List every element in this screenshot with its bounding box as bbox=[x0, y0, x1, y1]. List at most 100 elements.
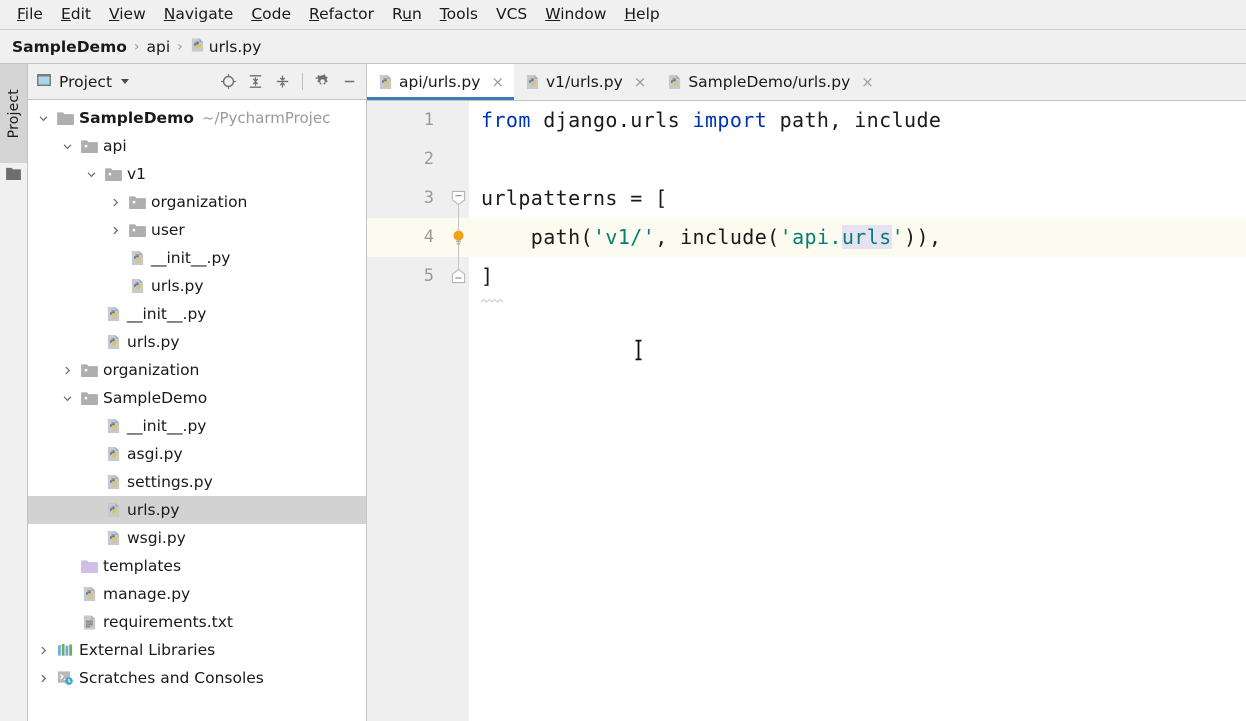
chevron-down-icon[interactable] bbox=[36, 111, 50, 125]
menu-item-help[interactable]: Help bbox=[615, 0, 668, 29]
project-tool-window: Project bbox=[28, 64, 367, 721]
chevron-right-icon[interactable] bbox=[108, 223, 122, 237]
editor-tab-label: SampleDemo/urls.py bbox=[688, 73, 850, 91]
tree-item-organization[interactable]: organization bbox=[28, 356, 366, 384]
editor-tab-api-urls-py[interactable]: api/urls.py× bbox=[367, 64, 514, 100]
menu-item-view[interactable]: View bbox=[100, 0, 155, 29]
collapse-all-icon[interactable] bbox=[270, 69, 295, 94]
tree-item-label: organization bbox=[151, 193, 247, 211]
menu-item-file[interactable]: File bbox=[8, 0, 52, 29]
menu-item-window[interactable]: Window bbox=[536, 0, 615, 29]
line-number-1: 1 bbox=[424, 101, 434, 140]
tree-item-external-libraries[interactable]: External Libraries bbox=[28, 636, 366, 664]
python-file-icon bbox=[378, 74, 393, 90]
tool-window-button-project-label: Project bbox=[6, 89, 22, 138]
folder-icon bbox=[6, 166, 21, 184]
tree-item-user[interactable]: user bbox=[28, 216, 366, 244]
tree-item-wsgi-py[interactable]: wsgi.py bbox=[28, 524, 366, 552]
breadcrumb-separator: › bbox=[177, 39, 183, 55]
editor-tab-v1-urls-py[interactable]: v1/urls.py × bbox=[514, 64, 656, 100]
project-panel-toolbar bbox=[216, 69, 362, 94]
text-cursor bbox=[632, 339, 645, 365]
tree-item-requirements-txt[interactable]: requirements.txt bbox=[28, 608, 366, 636]
close-icon[interactable]: × bbox=[634, 75, 647, 90]
line-number-gutter: 12345 bbox=[367, 101, 448, 721]
path-call-prefix: path( bbox=[481, 225, 593, 249]
chevron-down-icon[interactable] bbox=[60, 139, 74, 153]
breadcrumb-root[interactable]: SampleDemo bbox=[12, 38, 127, 56]
chevron-right-icon[interactable] bbox=[36, 643, 50, 657]
tree-item-v1[interactable]: v1 bbox=[28, 160, 366, 188]
tree-item-scratches-and-consoles[interactable]: Scratches and Consoles bbox=[28, 664, 366, 692]
project-tree[interactable]: SampleDemo~/PycharmProjecapiv1organizati… bbox=[28, 100, 366, 721]
menu-item-navigate[interactable]: Navigate bbox=[155, 0, 243, 29]
breadcrumb-file[interactable]: urls.py bbox=[190, 37, 262, 57]
tree-item-init-py[interactable]: __init__.py bbox=[28, 244, 366, 272]
tree-item-label: api bbox=[103, 137, 127, 155]
urlpatterns-assignment: urlpatterns = [ bbox=[481, 186, 668, 210]
tree-item-urls-py[interactable]: urls.py bbox=[28, 328, 366, 356]
tree-item-urls-py[interactable]: urls.py bbox=[28, 496, 366, 524]
tree-item-label: __init__.py bbox=[127, 305, 206, 323]
tree-item-label: templates bbox=[103, 557, 181, 575]
tree-item-sampledemo[interactable]: SampleDemo bbox=[28, 384, 366, 412]
left-tool-strip: Project bbox=[0, 64, 28, 721]
menu-mnemonic: N bbox=[164, 5, 176, 23]
chevron-right-icon[interactable] bbox=[36, 671, 50, 685]
warning-squiggle bbox=[481, 289, 503, 293]
tree-item-init-py[interactable]: __init__.py bbox=[28, 300, 366, 328]
fold-collapse-icon[interactable] bbox=[451, 190, 466, 205]
chevron-right-icon[interactable] bbox=[108, 195, 122, 209]
toolbar-divider bbox=[302, 73, 303, 90]
tree-item-init-py[interactable]: __init__.py bbox=[28, 412, 366, 440]
tree-item-sampledemo[interactable]: SampleDemo~/PycharmProjec bbox=[28, 104, 366, 132]
tree-item-label: organization bbox=[103, 361, 199, 379]
code-pane[interactable]: from django.urls import path, include ur… bbox=[469, 101, 1246, 721]
python-file-icon bbox=[667, 74, 682, 90]
chevron-right-icon[interactable] bbox=[60, 363, 74, 377]
menu-item-run[interactable]: Run bbox=[383, 0, 431, 29]
code-line-4: path('v1/', include('api.urls')), bbox=[481, 218, 941, 257]
fold-end-icon[interactable] bbox=[451, 268, 466, 283]
scratches-icon bbox=[57, 670, 74, 687]
tree-item-path: ~/PycharmProjec bbox=[202, 109, 330, 127]
python-file-icon bbox=[105, 334, 122, 351]
tree-item-urls-py[interactable]: urls.py bbox=[28, 272, 366, 300]
imported-names: path, include bbox=[767, 108, 941, 132]
code-editor[interactable]: 12345 from django.urls import path, incl… bbox=[367, 101, 1246, 721]
expand-all-icon[interactable] bbox=[243, 69, 268, 94]
close-icon[interactable]: × bbox=[491, 75, 504, 90]
python-file-icon bbox=[190, 37, 205, 57]
fold-gutter[interactable] bbox=[448, 101, 469, 721]
tree-item-asgi-py[interactable]: asgi.py bbox=[28, 440, 366, 468]
minimize-icon[interactable] bbox=[337, 69, 362, 94]
chevron-down-icon[interactable] bbox=[121, 79, 129, 84]
tree-item-label: urls.py bbox=[127, 333, 180, 351]
menu-item-vcs[interactable]: VCS bbox=[487, 0, 536, 29]
close-icon[interactable]: × bbox=[861, 75, 874, 90]
locate-icon[interactable] bbox=[216, 69, 241, 94]
tool-window-button-project[interactable]: Project bbox=[0, 64, 27, 163]
tree-item-templates[interactable]: templates bbox=[28, 552, 366, 580]
intention-bulb-icon[interactable] bbox=[451, 229, 467, 245]
breadcrumb-folder[interactable]: api bbox=[146, 38, 170, 56]
keyword-from: from bbox=[481, 108, 531, 132]
tree-item-label: v1 bbox=[127, 165, 146, 183]
chevron-down-icon[interactable] bbox=[60, 391, 74, 405]
editor-tab-label: v1/urls.py bbox=[546, 73, 623, 91]
menu-item-tools[interactable]: Tools bbox=[431, 0, 487, 29]
tree-item-settings-py[interactable]: settings.py bbox=[28, 468, 366, 496]
editor-tab-sampledemo-urls-py[interactable]: SampleDemo/urls.py × bbox=[656, 64, 884, 100]
tree-item-manage-py[interactable]: manage.py bbox=[28, 580, 366, 608]
tree-item-api[interactable]: api bbox=[28, 132, 366, 160]
menu-item-refactor[interactable]: Refactor bbox=[300, 0, 383, 29]
menu-item-edit[interactable]: Edit bbox=[52, 0, 100, 29]
gear-icon[interactable] bbox=[310, 69, 335, 94]
tree-item-label: SampleDemo bbox=[103, 389, 207, 407]
menu-item-code[interactable]: Code bbox=[242, 0, 300, 29]
tree-item-organization[interactable]: organization bbox=[28, 188, 366, 216]
caret-line-gutter-highlight bbox=[367, 218, 448, 257]
project-panel-title[interactable]: Project bbox=[36, 72, 129, 92]
chevron-down-icon[interactable] bbox=[84, 167, 98, 181]
package-folder-icon bbox=[129, 194, 146, 211]
